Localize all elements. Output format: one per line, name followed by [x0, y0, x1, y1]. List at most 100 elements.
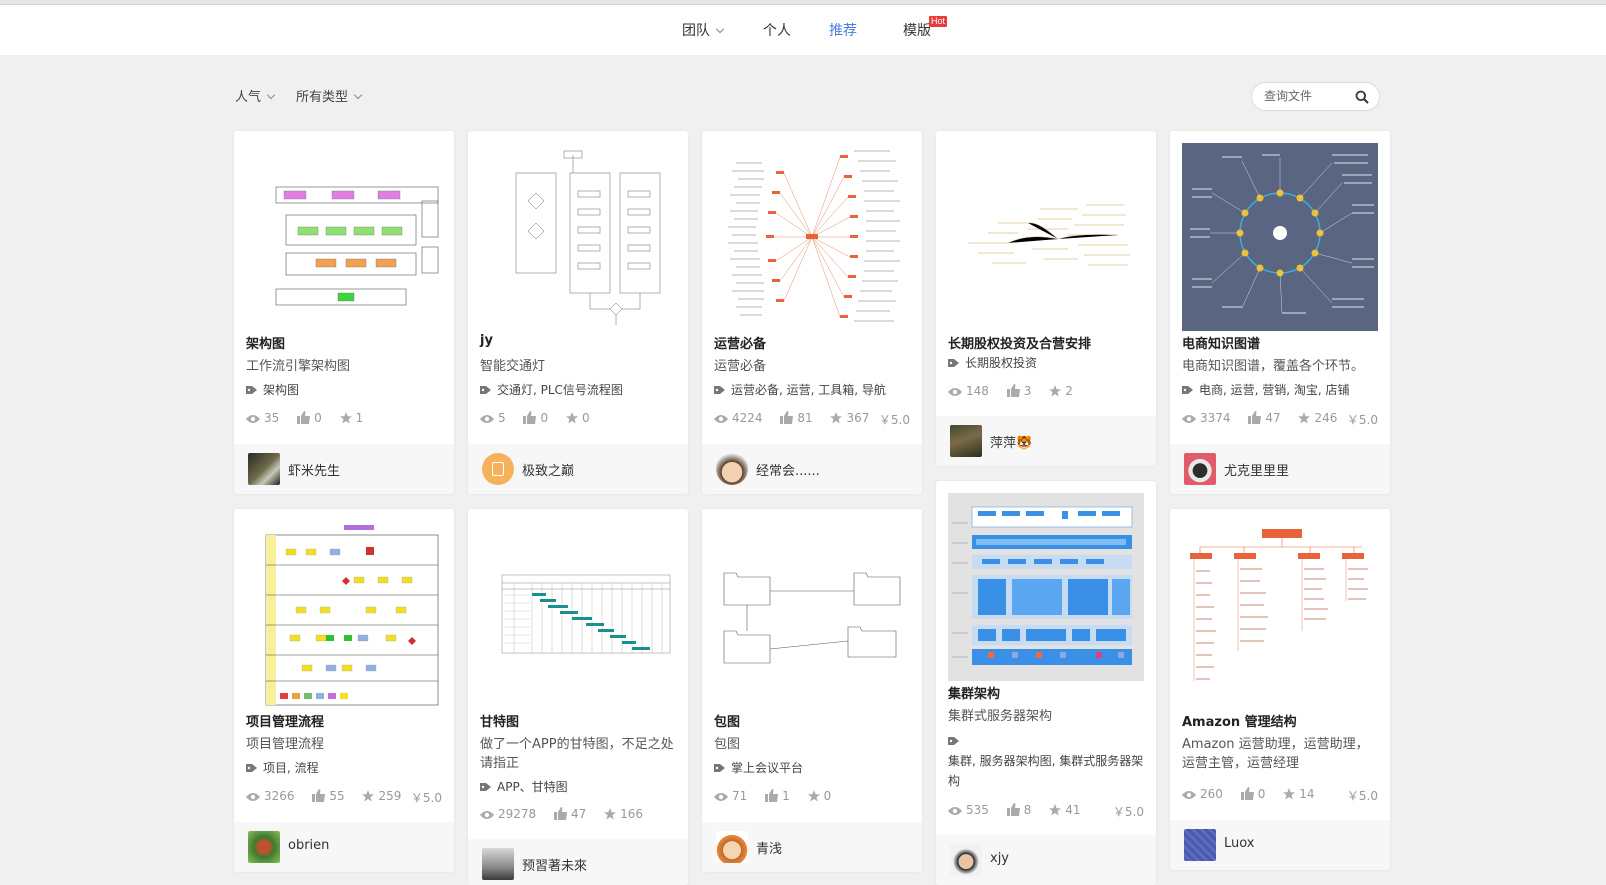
card-title[interactable]: 架构图 — [246, 333, 285, 352]
search-icon[interactable] — [1355, 90, 1369, 104]
author-name[interactable]: Luox — [1224, 836, 1255, 851]
template-card[interactable]: 项目管理流程 项目管理流程 项目, 流程 3266 55 259 ￥5.0 ob… — [234, 509, 454, 872]
template-card[interactable]: 架构图 工作流引擎架构图 架构图 35 0 1 虾米先生 — [234, 131, 454, 494]
card-tags-text: 项目, 流程 — [263, 761, 319, 775]
avatar[interactable] — [482, 453, 514, 485]
template-card[interactable]: 集群架构 集群式服务器架构 集群, 服务器架构图, 集群式服务器架构 535 8… — [936, 481, 1156, 885]
card-author[interactable]: 经常会...... — [702, 444, 922, 494]
card-author[interactable]: 虾米先生 — [234, 444, 454, 494]
card-title[interactable]: 包图 — [714, 711, 740, 730]
template-card[interactable]: 运营必备 运营必备 运营必备, 运营, 工具箱, 导航 4224 81 367 … — [702, 131, 922, 494]
author-name[interactable]: 经常会...... — [756, 460, 820, 479]
card-tags: 运营必备, 运营, 工具箱, 导航 — [714, 380, 914, 400]
sort-filter-dropdown[interactable]: 人气 — [235, 86, 276, 105]
type-filter-dropdown[interactable]: 所有类型 — [296, 86, 363, 105]
author-name[interactable]: 极致之巅 — [522, 460, 574, 479]
star-icon — [830, 412, 843, 424]
card-title[interactable]: jy — [480, 333, 493, 348]
avatar[interactable] — [950, 844, 982, 876]
card-title[interactable]: 运营必备 — [714, 333, 766, 352]
avatar[interactable] — [950, 425, 982, 457]
nav-templates[interactable]: 模版 Hot — [903, 16, 947, 40]
tag-icon — [246, 386, 257, 394]
price: ￥5.0 — [1346, 789, 1378, 803]
thumbs-up-icon — [1240, 787, 1254, 800]
stars-count: 1 — [355, 411, 364, 425]
avatar[interactable] — [248, 453, 280, 485]
card-stats: 4224 81 367 ￥5.0 — [714, 411, 910, 427]
author-name[interactable]: 尤克里里里 — [1224, 460, 1289, 479]
card-author[interactable]: Luox — [1170, 820, 1390, 870]
template-card[interactable]: 电商知识图谱 电商知识图谱，覆盖各个环节。 电商, 运营, 营销, 淘宝, 店铺… — [1170, 131, 1390, 494]
author-name[interactable]: 青浅 — [756, 838, 782, 857]
author-name[interactable]: 虾米先生 — [288, 460, 340, 479]
card-title[interactable]: 长期股权投资及合营安排 — [948, 333, 1091, 352]
thumbs-up-icon — [1006, 384, 1020, 397]
card-thumbnail — [948, 493, 1144, 681]
search-box — [1251, 82, 1380, 111]
stars-stat: 0 — [807, 789, 831, 803]
user-placeholder-icon — [492, 462, 504, 476]
avatar[interactable] — [1184, 453, 1216, 485]
likes-count: 0 — [540, 411, 549, 425]
card-title[interactable]: Amazon 管理结构 — [1182, 711, 1297, 730]
card-tags-text: 电商, 运营, 营销, 淘宝, 店铺 — [1199, 383, 1350, 397]
stars-stat: 166 — [604, 807, 643, 821]
card-author[interactable]: 青浅 — [702, 822, 922, 872]
stars-stat: 14 — [1283, 787, 1314, 801]
template-card[interactable]: 甘特图 做了一个APP的甘特图，不足之处请指正 APP、甘特图 29278 47… — [468, 509, 688, 885]
star-icon — [339, 412, 352, 424]
price: ￥5.0 — [1346, 413, 1378, 427]
search-input[interactable] — [1264, 89, 1354, 103]
views-count: 148 — [966, 384, 989, 398]
avatar[interactable] — [1184, 829, 1216, 861]
card-author[interactable]: 预習著未來 — [468, 839, 688, 885]
template-card[interactable]: Amazon 管理结构 Amazon 运营助理，运营助理，运营主管，运营经理 2… — [1170, 509, 1390, 870]
tag-icon — [948, 737, 959, 745]
star-icon — [1298, 412, 1311, 424]
thumbs-up-icon — [554, 807, 568, 820]
eye-icon — [948, 388, 962, 396]
avatar[interactable] — [716, 453, 748, 485]
avatar[interactable] — [482, 848, 514, 880]
author-name[interactable]: obrien — [288, 838, 329, 853]
views-count: 71 — [732, 789, 748, 803]
card-stats: 29278 47 166 — [480, 807, 676, 823]
card-thumbnail — [948, 143, 1144, 331]
card-tags: 电商, 运营, 营销, 淘宝, 店铺 — [1182, 380, 1382, 400]
author-name[interactable]: 萍萍🐯 — [990, 432, 1032, 451]
card-title[interactable]: 项目管理流程 — [246, 711, 324, 730]
template-card[interactable]: 包图 包图 掌上会议平台 71 1 0 青浅 — [702, 509, 922, 872]
tag-icon — [714, 764, 725, 772]
likes-stat: 55 — [312, 789, 345, 803]
card-description: 智能交通灯 — [480, 359, 546, 374]
card-title[interactable]: 集群架构 — [948, 683, 1000, 702]
card-tags: 项目, 流程 — [246, 758, 446, 778]
stars-stat: 41 — [1049, 803, 1080, 817]
views-count: 29278 — [498, 807, 537, 821]
stars-count: 259 — [378, 789, 402, 803]
card-author[interactable]: 萍萍🐯 — [936, 416, 1156, 466]
card-stats: 35 0 1 — [246, 411, 442, 427]
card-title[interactable]: 甘特图 — [480, 711, 519, 730]
template-card[interactable]: jy 智能交通灯 交通灯, PLC信号流程图 5 0 0 极致之巅 — [468, 131, 688, 494]
nav-recommend[interactable]: 推荐 — [829, 20, 857, 40]
author-name[interactable]: 预習著未來 — [522, 855, 587, 874]
card-title[interactable]: 电商知识图谱 — [1182, 333, 1260, 352]
eye-icon — [246, 415, 260, 423]
card-author[interactable]: obrien — [234, 822, 454, 872]
template-card[interactable]: 长期股权投资及合营安排 长期股权投资 148 3 2 萍萍🐯 — [936, 131, 1156, 466]
card-thumbnail — [714, 521, 910, 709]
card-author[interactable]: xjy — [936, 835, 1156, 885]
nav-personal[interactable]: 个人 — [763, 20, 791, 40]
card-author[interactable]: 尤克里里里 — [1170, 444, 1390, 494]
tag-icon — [714, 386, 725, 394]
card-author[interactable]: 极致之巅 — [468, 444, 688, 494]
avatar[interactable] — [716, 831, 748, 863]
price: ￥5.0 — [878, 413, 910, 427]
avatar[interactable] — [248, 831, 280, 863]
nav-team[interactable]: 团队 — [682, 20, 725, 40]
star-icon — [1283, 788, 1296, 800]
author-name[interactable]: xjy — [990, 851, 1009, 866]
card-thumbnail — [246, 521, 442, 709]
